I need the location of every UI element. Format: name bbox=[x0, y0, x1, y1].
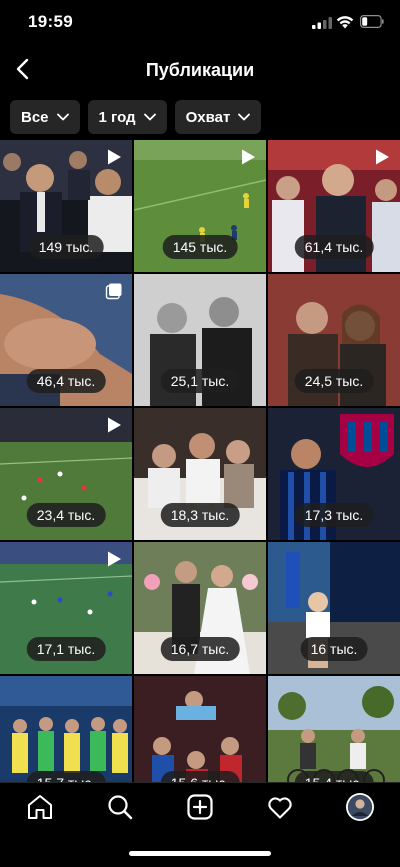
reach-count: 46,4 тыс. bbox=[26, 369, 106, 393]
post-thumbnail[interactable]: 15,7 тыс. bbox=[0, 676, 132, 782]
filter-period-label: 1 год bbox=[98, 108, 136, 126]
home-icon[interactable] bbox=[26, 793, 54, 821]
filter-type-dropdown[interactable]: Все bbox=[10, 100, 80, 134]
post-thumbnail[interactable]: 15,6 тыс. bbox=[134, 676, 266, 782]
post-thumbnail[interactable]: 149 тыс. bbox=[0, 140, 132, 272]
wifi-icon bbox=[336, 16, 354, 29]
reach-count: 15,6 тыс. bbox=[160, 771, 240, 782]
status-bar: 19:59 bbox=[0, 0, 400, 48]
post-thumbnail[interactable]: 17,3 тыс. bbox=[268, 408, 400, 540]
chevron-down-icon bbox=[238, 113, 251, 121]
post-thumbnail[interactable]: 46,4 тыс. bbox=[0, 274, 132, 406]
post-thumbnail[interactable]: 23,4 тыс. bbox=[0, 408, 132, 540]
battery-icon bbox=[360, 15, 384, 28]
post-thumbnail[interactable]: 24,5 тыс. bbox=[268, 274, 400, 406]
post-thumbnail[interactable]: 18,3 тыс. bbox=[134, 408, 266, 540]
video-icon bbox=[108, 551, 121, 567]
cellular-signal-icon bbox=[312, 17, 332, 29]
new-post-icon[interactable] bbox=[186, 793, 214, 821]
profile-avatar[interactable] bbox=[345, 792, 375, 822]
post-thumbnail[interactable]: 145 тыс. bbox=[134, 140, 266, 272]
post-thumbnail[interactable]: 16,7 тыс. bbox=[134, 542, 266, 674]
filter-metric-dropdown[interactable]: Охват bbox=[174, 100, 262, 134]
post-thumbnail[interactable]: 16 тыс. bbox=[268, 542, 400, 674]
top-bar: Публикации bbox=[0, 48, 400, 92]
chevron-down-icon bbox=[56, 113, 69, 121]
post-image bbox=[134, 676, 266, 782]
filter-type-label: Все bbox=[21, 108, 49, 126]
reach-count: 18,3 тыс. bbox=[160, 503, 240, 527]
carousel-icon bbox=[105, 283, 122, 300]
reach-count: 16 тыс. bbox=[300, 637, 368, 661]
activity-heart-icon[interactable] bbox=[266, 793, 294, 821]
chevron-down-icon bbox=[143, 113, 156, 121]
reach-count: 61,4 тыс. bbox=[294, 235, 374, 259]
posts-grid: 149 тыс. 145 тыс. 61,4 тыс. 46,4 тыс. 25… bbox=[0, 140, 400, 782]
video-icon bbox=[108, 417, 121, 433]
reach-count: 145 тыс. bbox=[162, 235, 238, 259]
post-thumbnail[interactable]: 17,1 тыс. bbox=[0, 542, 132, 674]
video-icon bbox=[108, 149, 121, 165]
reach-count: 15,4 тыс. bbox=[294, 771, 374, 782]
page-title: Публикации bbox=[145, 60, 255, 80]
filter-period-dropdown[interactable]: 1 год bbox=[87, 100, 167, 134]
reach-count: 17,1 тыс. bbox=[26, 637, 106, 661]
search-icon[interactable] bbox=[106, 793, 134, 821]
reach-count: 15,7 тыс. bbox=[26, 771, 106, 782]
post-image bbox=[0, 676, 132, 782]
reach-count: 149 тыс. bbox=[28, 235, 104, 259]
status-time: 19:59 bbox=[28, 12, 73, 31]
reach-count: 23,4 тыс. bbox=[26, 503, 106, 527]
video-icon bbox=[376, 149, 389, 165]
home-indicator bbox=[129, 851, 271, 856]
video-icon bbox=[242, 149, 255, 165]
reach-count: 24,5 тыс. bbox=[294, 369, 374, 393]
reach-count: 16,7 тыс. bbox=[160, 637, 240, 661]
post-thumbnail[interactable]: 61,4 тыс. bbox=[268, 140, 400, 272]
post-thumbnail[interactable]: 15,4 тыс. bbox=[268, 676, 400, 782]
reach-count: 17,3 тыс. bbox=[294, 503, 374, 527]
post-thumbnail[interactable]: 25,1 тыс. bbox=[134, 274, 266, 406]
reach-count: 25,1 тыс. bbox=[160, 369, 240, 393]
filter-metric-label: Охват bbox=[185, 108, 231, 126]
filter-bar: Все 1 год Охват bbox=[10, 100, 262, 134]
post-image bbox=[268, 676, 400, 782]
